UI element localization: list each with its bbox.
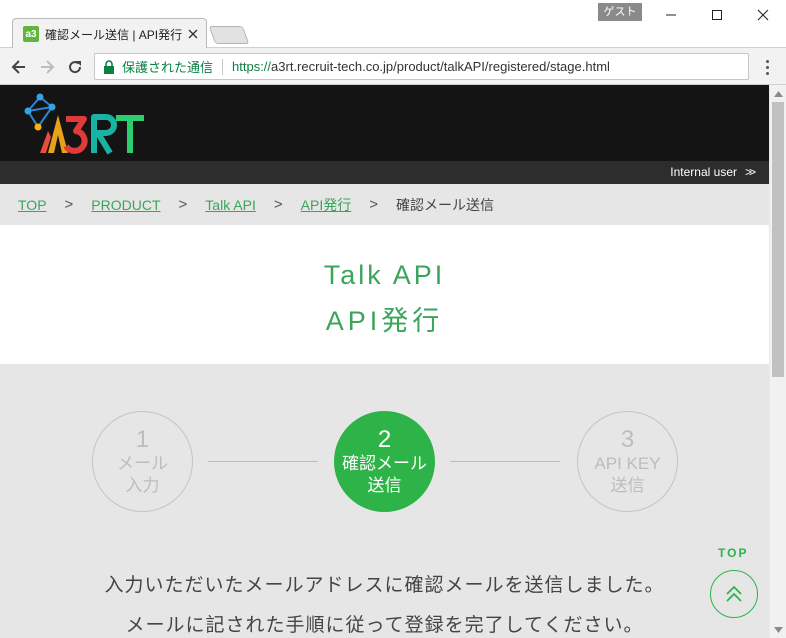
tab-close-icon[interactable] — [188, 26, 198, 42]
forward-arrow-icon — [41, 60, 55, 74]
step-connector-line — [208, 461, 318, 462]
site-header — [0, 85, 769, 161]
page-viewport: Internal user >> TOP > PRODUCT > Talk API… — [0, 85, 769, 638]
confirmation-message-line2: メールに記された手順に従って登録を完了してください。 — [125, 615, 644, 636]
step-number: 3 — [620, 425, 635, 453]
breadcrumb-link-top[interactable]: TOP — [18, 197, 47, 213]
tab-title: 確認メール送信 | API発行 — [45, 27, 183, 42]
internal-user-bar: Internal user >> — [0, 161, 769, 184]
double-chevron-up-icon — [726, 585, 742, 602]
page-subtitle: API発行 — [325, 306, 444, 336]
breadcrumb-link-product[interactable]: PRODUCT — [91, 197, 160, 213]
steps-section: 1 メール 入力 2 確認メール 送信 3 API KEY 送信 入力いただいた… — [0, 364, 769, 638]
step-connector-line — [450, 461, 560, 462]
minimize-button[interactable] — [648, 0, 694, 30]
breadcrumb-link-api-issue[interactable]: API発行 — [301, 195, 352, 215]
step-label: 確認メール 送信 — [342, 453, 427, 495]
scroll-down-arrow-icon[interactable] — [770, 621, 786, 638]
reload-button[interactable] — [64, 56, 86, 78]
maximize-icon — [712, 10, 722, 20]
site-favicon-icon: a3 — [23, 26, 39, 42]
page-top-label[interactable]: TOP — [718, 546, 748, 560]
step-2-confirm-mail-sent: 2 確認メール 送信 — [334, 411, 435, 512]
new-tab-button[interactable] — [208, 26, 250, 44]
a3rt-logo[interactable] — [18, 91, 148, 157]
page-title-area: Talk API API発行 — [0, 225, 769, 364]
browser-tab-active[interactable]: a3 確認メール送信 | API発行 — [12, 18, 207, 49]
double-chevron-right-icon: >> — [744, 165, 756, 179]
breadcrumb-separator: > — [369, 196, 378, 213]
step-label: API KEY 送信 — [594, 453, 661, 495]
reload-icon — [69, 61, 82, 74]
page-title: Talk API — [323, 260, 446, 290]
url-separator — [222, 58, 224, 75]
page-scrollbar[interactable] — [769, 85, 786, 638]
breadcrumb-separator: > — [64, 196, 74, 213]
guest-profile-badge[interactable]: ゲスト — [598, 3, 642, 21]
close-window-button[interactable] — [740, 0, 786, 30]
back-button[interactable] — [8, 56, 30, 78]
lock-icon — [102, 59, 116, 74]
url-path: a3rt.recruit-tech.co.jp/product/talkAPI/… — [271, 59, 610, 74]
forward-button[interactable] — [36, 56, 58, 78]
breadcrumb-separator: > — [178, 196, 188, 213]
step-1-email-input: 1 メール 入力 — [92, 411, 193, 512]
breadcrumb-current: 確認メール送信 — [396, 196, 494, 213]
confirmation-message-line1: 入力いただいたメールアドレスに確認メールを送信しました。 — [104, 575, 665, 596]
back-arrow-icon — [11, 60, 25, 74]
maximize-button[interactable] — [694, 0, 740, 30]
breadcrumb-separator: > — [273, 196, 283, 213]
address-bar[interactable]: 保護された通信 https://a3rt.recruit-tech.co.jp/… — [94, 53, 749, 80]
browser-toolbar: 保護された通信 https://a3rt.recruit-tech.co.jp/… — [0, 48, 786, 85]
breadcrumb: TOP > PRODUCT > Talk API > API発行 > 確認メール… — [0, 184, 769, 225]
close-icon — [757, 9, 769, 21]
minimize-icon — [666, 14, 676, 16]
step-label: メール 入力 — [117, 453, 168, 495]
browser-menu-icon[interactable] — [758, 56, 776, 78]
page-top-button[interactable] — [710, 570, 758, 618]
browser-titlebar: ゲスト a3 確認メール送信 | API発行 — [0, 0, 786, 49]
secure-connection-label[interactable]: 保護された通信 — [122, 57, 213, 76]
internal-user-link[interactable]: Internal user >> — [670, 161, 756, 184]
scroll-up-arrow-icon[interactable] — [770, 85, 786, 102]
url-scheme: https:// — [232, 59, 272, 74]
step-number: 1 — [135, 425, 150, 453]
step-number: 2 — [377, 425, 392, 453]
step-3-api-key-sent: 3 API KEY 送信 — [577, 411, 678, 512]
scrollbar-thumb[interactable] — [772, 102, 784, 377]
internal-user-label: Internal user — [670, 165, 737, 179]
breadcrumb-link-talk-api[interactable]: Talk API — [205, 197, 256, 213]
